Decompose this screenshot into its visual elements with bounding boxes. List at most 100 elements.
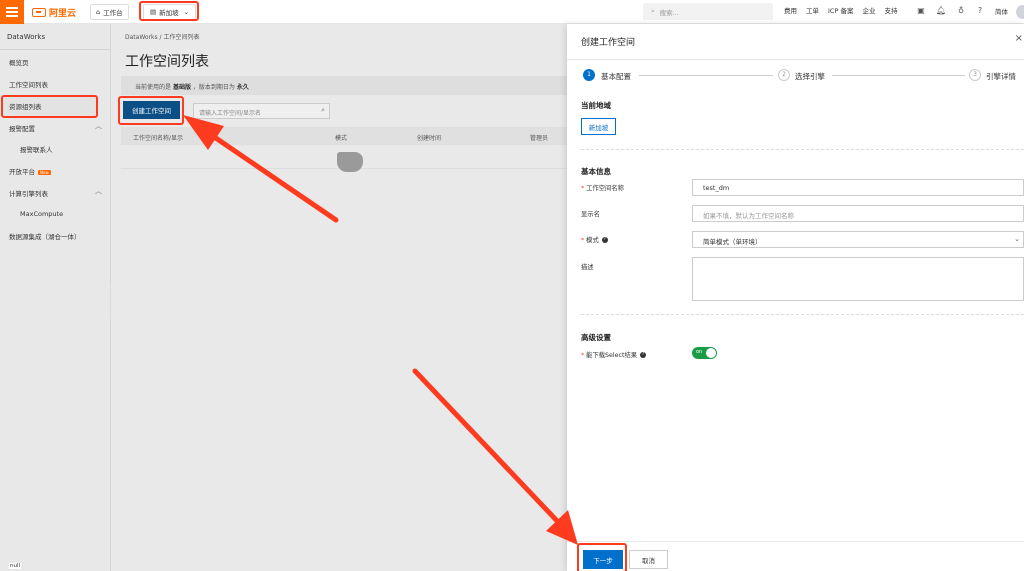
top-nav-links: 费用 工单 ICP 备案 企业 支持 xyxy=(784,5,897,15)
new-badge: New xyxy=(38,170,51,175)
mode-select-value: 简单模式（单环境） xyxy=(703,238,762,246)
display-name-label: 显示名 xyxy=(581,211,600,218)
create-workspace-panel: 创建工作空间 × 1 基本配置 2 选择引擎 3 引擎详情 当前地域 新加坡 基… xyxy=(567,24,1024,571)
step-connector xyxy=(832,75,965,76)
hamburger-menu-icon[interactable] xyxy=(0,0,24,24)
workbench-button[interactable]: ⌂ 工作台 xyxy=(90,4,129,20)
sidebar-item-maxcompute[interactable]: MaxCompute xyxy=(20,210,63,218)
step-2-number: 2 xyxy=(778,69,790,81)
sidebar-item-alert-contacts[interactable]: 报警联系人 xyxy=(20,144,53,154)
annotation-highlight-region xyxy=(139,1,199,21)
aliyun-logo[interactable]: 阿里云 xyxy=(32,6,77,19)
toggle-knob xyxy=(706,348,716,358)
sidebar-item-alert-config[interactable]: 报警配置 xyxy=(9,123,35,133)
edition-notice: 当前使用的是 基础版 ，版本到期日为 永久 xyxy=(121,76,567,95)
main-content: DataWorks / 工作空间列表 工作空间列表 当前使用的是 基础版 ，版本… xyxy=(111,24,567,571)
nav-link-support[interactable]: 支持 xyxy=(884,5,897,15)
workspace-name-label: * 工作空间名称 xyxy=(581,185,624,192)
col-header-mode: 模式 xyxy=(335,135,348,142)
step-indicator: 1 基本配置 2 选择引擎 3 引擎详情 xyxy=(581,69,1024,83)
chevron-up-icon[interactable]: ︿ xyxy=(95,121,102,131)
mode-select[interactable]: 简单模式（单环境） ⌄ xyxy=(692,231,1024,248)
workspace-name-input[interactable]: test_dm xyxy=(692,179,1024,196)
home-icon: ⌂ xyxy=(96,8,101,16)
terminal-icon[interactable]: ▣ xyxy=(916,6,926,17)
footer-text: null xyxy=(9,563,22,569)
breadcrumb: DataWorks / 工作空间列表 xyxy=(125,34,200,41)
sidebar-item-open-platform[interactable]: 开放平台 New xyxy=(9,166,51,176)
download-select-label: * 能下载Select结果? xyxy=(581,352,647,359)
download-select-label-text: 能下载Select结果 xyxy=(586,352,638,359)
lightbulb-icon[interactable]: ♁ xyxy=(956,6,966,17)
mode-label-text: 模式 xyxy=(586,237,599,244)
basic-info-section-title: 基本信息 xyxy=(581,167,611,176)
col-header-admin: 管理员 xyxy=(530,135,549,142)
sidebar-item-overview[interactable]: 概览页 xyxy=(9,57,29,67)
sidebar-item-data-lake[interactable]: 数据源集成（湖仓一体） xyxy=(9,231,81,241)
sidebar-title: DataWorks xyxy=(7,33,46,41)
section-divider xyxy=(581,314,1024,315)
toggle-state-text: on xyxy=(696,349,703,355)
top-bar: 阿里云 ⌂ 工作台 ▤ 新加坡 ⌄ ⌕ 搜索... 费用 工单 ICP 备案 企… xyxy=(0,0,1024,24)
advanced-section-title: 高级设置 xyxy=(581,333,611,342)
nav-link-icp[interactable]: ICP 备案 xyxy=(828,5,853,15)
panel-footer-divider xyxy=(567,541,1024,542)
workspace-search-input[interactable]: 请输入工作空间/显示名 ⌕ xyxy=(193,103,330,119)
display-name-input[interactable]: 如果不填，默认为工作空间名称 xyxy=(692,205,1024,222)
notice-expiry: 永久 xyxy=(236,84,249,91)
sidebar-divider xyxy=(0,49,111,50)
search-icon[interactable]: ⌕ xyxy=(321,106,325,115)
page-title: 工作空间列表 xyxy=(125,54,209,70)
panel-title: 创建工作空间 xyxy=(581,38,636,48)
sidebar-item-resource-groups[interactable]: 资源组列表 xyxy=(9,101,42,111)
avatar[interactable] xyxy=(1016,5,1024,19)
next-step-button[interactable]: 下一步 xyxy=(583,550,623,569)
workspace-search-placeholder: 请输入工作空间/显示名 xyxy=(199,110,262,117)
current-region-tag[interactable]: 新加坡 xyxy=(581,118,616,135)
workspace-name-label-text: 工作空间名称 xyxy=(586,185,624,192)
help-icon[interactable]: ? xyxy=(975,6,985,17)
step-2-label: 选择引擎 xyxy=(795,72,825,81)
workbench-label: 工作台 xyxy=(103,9,123,17)
loading-placeholder xyxy=(337,152,363,172)
create-workspace-button[interactable]: 创建工作空间 xyxy=(123,101,180,119)
nav-link-enterprise[interactable]: 企业 xyxy=(862,5,875,15)
global-search-input[interactable]: ⌕ 搜索... xyxy=(643,3,773,20)
help-icon[interactable]: ? xyxy=(601,237,608,243)
description-label: 描述 xyxy=(581,264,594,271)
language-switcher[interactable]: 简体 xyxy=(995,6,1008,16)
notice-middle: ，版本到期日为 xyxy=(192,84,235,91)
description-textarea[interactable] xyxy=(692,257,1024,301)
aliyun-logo-mark-icon xyxy=(32,7,46,17)
search-placeholder: 搜索... xyxy=(659,8,679,17)
step-3-number: 3 xyxy=(969,69,981,81)
step-3-label: 引擎详情 xyxy=(986,72,1016,81)
col-header-name: 工作空间名称/显示 xyxy=(133,135,184,142)
panel-header-divider xyxy=(567,59,1024,60)
mode-label: * 模式? xyxy=(581,237,608,244)
open-platform-label: 开放平台 xyxy=(9,168,35,176)
notice-edition: 基础版 xyxy=(172,84,191,91)
search-icon: ⌕ xyxy=(651,7,655,15)
step-1-label: 基本配置 xyxy=(601,72,631,81)
download-select-toggle[interactable]: on xyxy=(692,347,717,359)
sidebar-item-compute-engines[interactable]: 计算引擎列表 xyxy=(9,188,48,198)
table-header: 工作空间名称/显示 模式 创建时间 管理员 xyxy=(121,127,567,145)
logo-text: 阿里云 xyxy=(49,8,77,19)
cancel-button[interactable]: 取消 xyxy=(629,550,668,569)
region-section-title: 当前地域 xyxy=(581,101,611,110)
notice-prefix: 当前使用的是 xyxy=(135,84,172,91)
nav-link-fees[interactable]: 费用 xyxy=(784,5,797,15)
sidebar: DataWorks 概览页 工作空间列表 资源组列表 报警配置 ︿ 报警联系人 … xyxy=(0,24,111,571)
help-icon[interactable]: ? xyxy=(640,352,647,358)
step-connector xyxy=(639,75,773,76)
chevron-up-icon[interactable]: ︿ xyxy=(95,186,102,196)
step-1-number: 1 xyxy=(583,69,595,81)
sidebar-item-workspace-list[interactable]: 工作空间列表 xyxy=(9,79,48,89)
section-divider xyxy=(581,149,1024,150)
col-header-created: 创建时间 xyxy=(417,135,442,142)
bell-icon[interactable]: 🔔︎ xyxy=(936,6,946,17)
nav-link-tickets[interactable]: 工单 xyxy=(806,5,819,15)
chevron-down-icon: ⌄ xyxy=(1014,235,1020,243)
close-icon[interactable]: × xyxy=(1015,33,1023,44)
